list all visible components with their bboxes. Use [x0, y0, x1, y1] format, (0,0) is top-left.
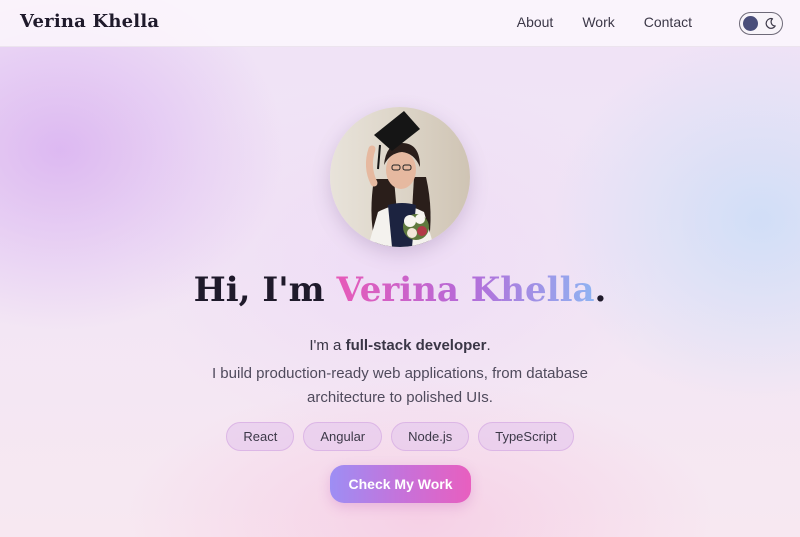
tag-angular: Angular — [303, 422, 383, 451]
hero-name: Verina Khella — [336, 270, 595, 310]
nav-link-work[interactable]: Work — [582, 14, 614, 30]
moon-icon — [765, 17, 776, 29]
hero-title-prefix: Hi, I'm — [193, 270, 337, 310]
tech-tags: React Angular Node.js TypeScript — [0, 422, 800, 451]
intro-suffix: . — [486, 337, 491, 354]
tag-typescript: TypeScript — [478, 422, 574, 451]
hero-title: Hi, I'm Verina Khella. — [0, 270, 800, 310]
toggle-knob — [743, 16, 758, 31]
top-navbar: Verina Khella About Work Contact — [0, 0, 800, 47]
tag-nodejs: Node.js — [391, 422, 470, 451]
nav-link-contact[interactable]: Contact — [644, 14, 692, 30]
hero-intro: I'm a full-stack developer. — [0, 337, 800, 354]
check-my-work-button[interactable]: Check My Work — [330, 465, 471, 503]
hero-section: Hi, I'm Verina Khella. I'm a full-stack … — [0, 0, 800, 537]
nav-links: About Work Contact — [517, 14, 692, 30]
site-logo[interactable]: Verina Khella — [20, 11, 159, 32]
hero-title-suffix: . — [594, 270, 607, 310]
intro-prefix: I'm a — [309, 337, 346, 354]
theme-toggle[interactable] — [739, 12, 783, 35]
tag-react: React — [226, 422, 295, 451]
hero-description: I build production-ready web application… — [211, 365, 589, 406]
intro-role: full-stack developer — [345, 337, 487, 354]
profile-photo — [330, 107, 470, 247]
nav-link-about[interactable]: About — [517, 14, 554, 30]
